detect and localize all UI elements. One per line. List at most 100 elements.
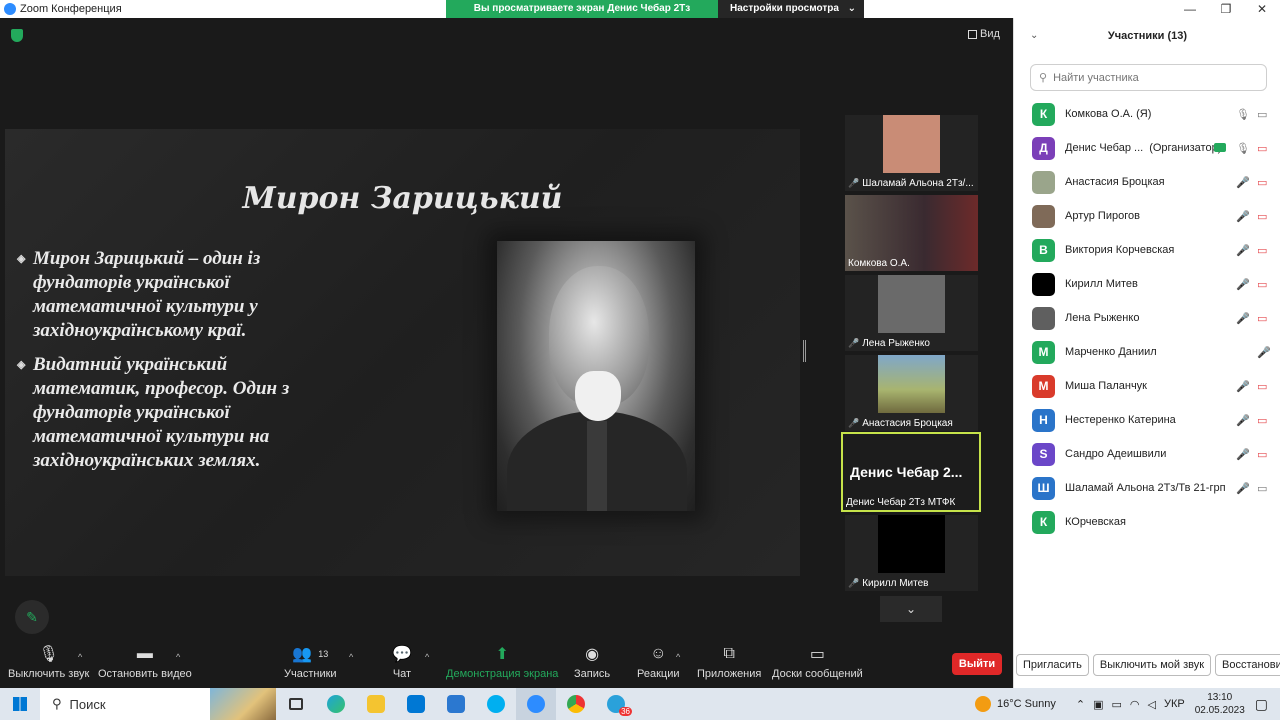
taskbar-search[interactable]: ⚲ Поиск [40, 688, 210, 720]
participant-row[interactable]: В Виктория Корчевская 🎤 ▭ [1014, 233, 1280, 267]
mic-muted-icon[interactable]: 🎤 [1236, 482, 1250, 495]
language-indicator[interactable]: УКР [1164, 698, 1185, 710]
sun-icon[interactable] [975, 696, 992, 712]
camera-icon[interactable]: ▭ [1257, 482, 1267, 495]
chat-caret-icon[interactable]: ^ [425, 652, 429, 662]
camera-icon[interactable]: ▭ [1257, 108, 1267, 121]
camera-off-icon[interactable]: ▭ [1257, 414, 1267, 427]
mic-muted-icon[interactable]: 🎤 [1236, 380, 1250, 393]
shield-icon[interactable] [11, 29, 23, 42]
scroll-thumbnails-down-button[interactable]: ⌄ [880, 596, 942, 622]
participant-name: Миша Паланчук [1065, 380, 1147, 392]
telegram-icon[interactable]: 36 [596, 688, 636, 720]
chevron-up-icon[interactable]: ⌃ [1076, 698, 1085, 711]
video-thumbnail[interactable]: 🎤 Анастасия Броцкая [845, 355, 978, 431]
minimize-button[interactable]: — [1172, 0, 1208, 18]
share-screen-button[interactable]: ⬆ Демонстрация экрана [446, 640, 558, 680]
battery-icon[interactable]: ▭ [1111, 698, 1121, 711]
mic-muted-icon[interactable]: 🎤 [1236, 278, 1250, 291]
microphone-icon[interactable]: 🎙 [1236, 142, 1250, 155]
video-thumbnail[interactable]: 🎤 Лена Рыженко [845, 275, 978, 351]
participant-row[interactable]: Д Денис Чебар ... (Организатор) 🎙 ▭ [1014, 131, 1280, 165]
camera-off-icon[interactable]: ▭ [1257, 448, 1267, 461]
chevron-down-icon: ⌄ [847, 3, 856, 14]
reactions-button[interactable]: ☺ Реакции [637, 640, 680, 680]
active-speaker-thumbnail[interactable]: Денис Чебар 2... Денис Чебар 2Тз МТФК [841, 432, 981, 512]
slide-bullet: Мирон Зарицький – один із фундаторів укр… [17, 247, 317, 343]
video-options-caret-icon[interactable]: ^ [176, 652, 180, 662]
camera-off-icon[interactable]: ▭ [1257, 142, 1267, 155]
camera-off-icon[interactable]: ▭ [1257, 380, 1267, 393]
annotate-pencil-icon[interactable]: ✎ [15, 600, 49, 634]
participant-row[interactable]: Артур Пирогов 🎤 ▭ [1014, 199, 1280, 233]
participant-search-input[interactable] [1053, 71, 1244, 84]
volume-icon[interactable]: ◁ [1148, 698, 1156, 711]
whiteboards-button[interactable]: ▭ Доски сообщений [772, 640, 863, 680]
camera-off-icon[interactable]: ▭ [1257, 312, 1267, 325]
reactions-caret-icon[interactable]: ^ [676, 652, 680, 662]
participant-row[interactable]: М Марченко Даниил 🎤 [1014, 335, 1280, 369]
camera-off-icon[interactable]: ▭ [1257, 176, 1267, 189]
participants-button[interactable]: 👥 13 Участники [284, 640, 337, 680]
camera-off-icon[interactable]: ▭ [1257, 278, 1267, 291]
weather-text[interactable]: 16°C Sunny [997, 698, 1056, 710]
participant-row[interactable]: Анастасия Броцкая 🎤 ▭ [1014, 165, 1280, 199]
view-label: Вид [980, 28, 1000, 40]
participant-row[interactable]: Лена Рыженко 🎤 ▭ [1014, 301, 1280, 335]
mic-muted-icon[interactable]: 🎤 [1257, 346, 1271, 359]
view-button[interactable]: Вид [968, 28, 1000, 40]
chrome-icon[interactable] [556, 688, 596, 720]
reactions-label: Реакции [637, 668, 680, 680]
participants-caret-icon[interactable]: ^ [349, 652, 353, 662]
microphone-icon[interactable]: 🎙 [1236, 108, 1250, 121]
app-title: Zoom Конференция [20, 3, 122, 15]
participant-row[interactable]: Н Нестеренко Катерина 🎤 ▭ [1014, 403, 1280, 437]
mute-me-button[interactable]: Выключить мой звук [1092, 654, 1212, 676]
skype-icon[interactable] [476, 688, 516, 720]
participant-row[interactable]: К КОрчевская [1014, 505, 1280, 539]
clock[interactable]: 13:10 02.05.2023 [1195, 691, 1245, 717]
mic-muted-icon[interactable]: 🎤 [1236, 176, 1250, 189]
panel-footer: Пригласить Выключить мой звук Восстанови [1014, 654, 1280, 676]
view-settings-button[interactable]: Настройки просмотра ⌄ [718, 0, 864, 18]
record-button[interactable]: ◉ Запись [574, 640, 610, 680]
resize-handle[interactable] [803, 340, 806, 362]
participant-search[interactable]: ⚲ [1030, 64, 1267, 91]
camera-off-icon[interactable]: ▭ [1257, 244, 1267, 257]
usb-icon[interactable]: ▣ [1093, 698, 1103, 711]
participant-row[interactable]: К Комкова О.А. (Я) 🎙 ▭ [1014, 97, 1280, 131]
task-view-icon[interactable] [276, 688, 316, 720]
participant-row[interactable]: Кирилл Митев 🎤 ▭ [1014, 267, 1280, 301]
audio-options-caret-icon[interactable]: ^ [78, 652, 82, 662]
file-explorer-icon[interactable] [356, 688, 396, 720]
video-thumbnail[interactable]: 🎤 Шаламай Альона 2Тз/... [845, 115, 978, 191]
wifi-icon[interactable]: ◠ [1130, 698, 1140, 711]
store-icon[interactable] [396, 688, 436, 720]
edge-icon[interactable] [316, 688, 356, 720]
mic-muted-icon[interactable]: 🎤 [1236, 244, 1250, 257]
zoom-taskbar-icon[interactable] [516, 688, 556, 720]
invite-button[interactable]: Пригласить [1016, 654, 1089, 676]
chat-button[interactable]: 💬 Чат [392, 640, 412, 680]
restore-button[interactable]: Восстанови [1215, 654, 1280, 676]
participant-row[interactable]: М Миша Паланчук 🎤 ▭ [1014, 369, 1280, 403]
mail-icon[interactable] [436, 688, 476, 720]
mic-muted-icon[interactable]: 🎤 [1236, 414, 1250, 427]
video-thumbnail[interactable]: 🎤 Кирилл Митев [845, 515, 978, 591]
video-thumbnail[interactable]: Комкова О.А. [845, 195, 978, 271]
leave-button[interactable]: Выйти [952, 653, 1002, 675]
participant-row[interactable]: S Сандро Адеишвили 🎤 ▭ [1014, 437, 1280, 471]
apps-button[interactable]: ⧉ Приложения [697, 640, 761, 680]
mic-muted-icon[interactable]: 🎤 [1236, 312, 1250, 325]
close-button[interactable]: ✕ [1244, 0, 1280, 18]
start-button[interactable] [0, 688, 40, 720]
notifications-icon[interactable]: ▢ [1255, 696, 1268, 713]
mic-muted-icon[interactable]: 🎤 [1236, 210, 1250, 223]
thumbnail-name: Денис Чебар 2Тз МТФК [846, 497, 956, 508]
participant-name: Шаламай Альона 2Тз/Тв 21-грп [1065, 482, 1226, 494]
maximize-button[interactable]: ❐ [1208, 0, 1244, 18]
share-screen-label: Демонстрация экрана [446, 668, 559, 680]
camera-off-icon[interactable]: ▭ [1257, 210, 1267, 223]
participant-row[interactable]: Ш Шаламай Альона 2Тз/Тв 21-грп 🎤 ▭ [1014, 471, 1280, 505]
mic-muted-icon[interactable]: 🎤 [1236, 448, 1250, 461]
